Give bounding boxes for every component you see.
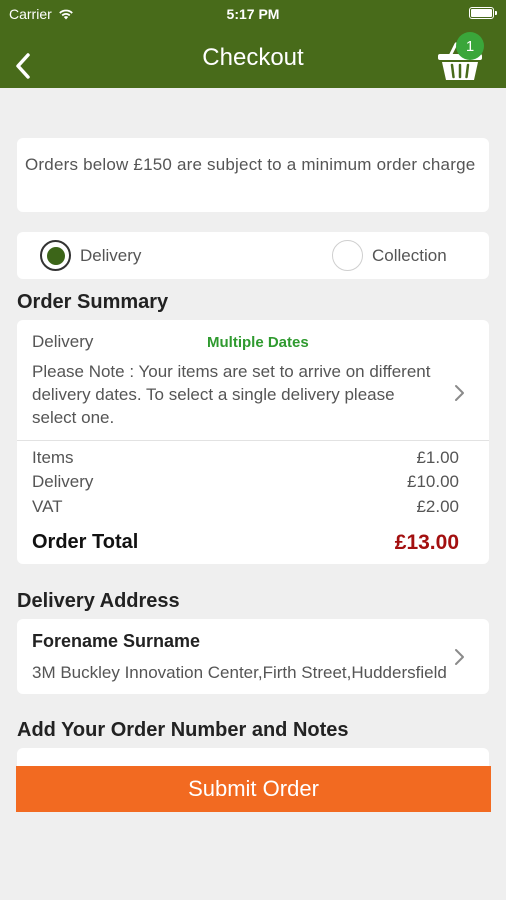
- order-total-label: Order Total: [32, 531, 139, 553]
- status-time: 5:17 PM: [226, 6, 280, 22]
- order-notes-heading: Add Your Order Number and Notes: [17, 719, 349, 741]
- order-total-value: £13.00: [394, 531, 459, 554]
- status-bar: Carrier 5:17 PM: [0, 0, 506, 28]
- delivery-row-label: Delivery: [32, 332, 94, 351]
- delivery-dates-note[interactable]: Please Note : Your items are set to arri…: [32, 360, 432, 429]
- order-summary-card: Delivery Multiple Dates Please Note : Yo…: [17, 320, 489, 564]
- order-summary-heading: Order Summary: [17, 291, 169, 313]
- delivery-option-label[interactable]: Delivery: [80, 246, 141, 266]
- items-value: £1.00: [416, 448, 459, 467]
- chevron-right-icon: [455, 649, 464, 665]
- delivery-radio[interactable]: [40, 240, 71, 271]
- address-name: Forename Surname: [32, 631, 201, 651]
- notice-text: Orders below £150 are subject to a minim…: [25, 155, 476, 174]
- page-title: Checkout: [202, 44, 304, 71]
- collection-radio[interactable]: [332, 240, 363, 271]
- delivery-address-card[interactable]: Forename Surname 3M Buckley Innovation C…: [17, 619, 489, 694]
- order-notes-card[interactable]: [17, 748, 489, 768]
- delivery-charge-value: £10.00: [407, 472, 459, 491]
- basket-count-badge: 1: [456, 32, 484, 60]
- chevron-right-icon[interactable]: [453, 383, 465, 403]
- submit-order-button[interactable]: Submit Order: [16, 766, 491, 812]
- delivery-address-heading: Delivery Address: [17, 590, 180, 612]
- navigation-bar: Carrier 5:17 PM Checkout 1: [0, 0, 506, 88]
- delivery-charge-label: Delivery: [32, 472, 94, 491]
- fulfilment-method-selector: Delivery Collection: [17, 232, 489, 279]
- vat-label: VAT: [32, 497, 63, 516]
- battery-icon: [469, 7, 497, 19]
- items-label: Items: [32, 448, 74, 467]
- vat-value: £2.00: [416, 497, 459, 516]
- minimum-order-notice: Orders below £150 are subject to a minim…: [17, 138, 489, 212]
- collection-option-label[interactable]: Collection: [372, 246, 447, 266]
- address-line: 3M Buckley Innovation Center,Firth Stree…: [32, 663, 447, 682]
- delivery-dates-value: Multiple Dates: [207, 334, 309, 351]
- summary-divider: [17, 440, 489, 441]
